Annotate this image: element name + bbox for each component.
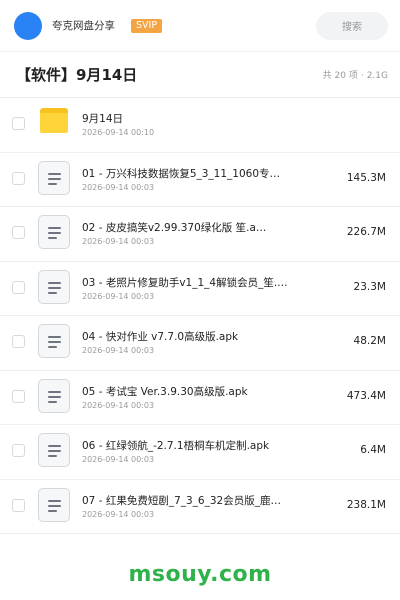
file-row[interactable]: 05 - 考试宝 Ver.3.9.30高级版.apk 2026-09-14 00… [0, 371, 400, 425]
document-icon [38, 215, 70, 249]
file-size: 6.4M [360, 444, 386, 456]
file-name: 05 - 考试宝 Ver.3.9.30高级版.apk [82, 385, 248, 398]
avatar[interactable] [14, 11, 42, 40]
file-date: 2026-09-14 00:03 [82, 455, 155, 464]
file-size: 473.4M [346, 389, 386, 402]
file-name: 9月14日 [82, 113, 124, 125]
file-size: 23.3M [353, 280, 386, 293]
brand-name: 夸克网盘分享 [52, 20, 115, 32]
folder-summary: 共 20 项 · 2.1G [322, 71, 388, 81]
folder-header: 【软件】9月14日 共 20 项 · 2.1G [0, 52, 400, 98]
select-checkbox[interactable] [12, 171, 25, 185]
file-row[interactable]: 03 - 老照片修复助手v1_1_4解锁会员_笙.… 2026-09-14 00… [0, 262, 400, 316]
file-size: 48.2M [353, 335, 386, 347]
file-size: 238.1M [346, 498, 386, 511]
select-checkbox[interactable] [12, 389, 25, 403]
select-checkbox[interactable] [12, 117, 25, 130]
file-name: 04 - 快对作业 v7.7.0高级版.apk [82, 331, 239, 343]
folder-icon [40, 108, 68, 133]
file-name: 02 - 皮皮搞笑v2.99.370绿化版 笙.a… [82, 222, 267, 234]
file-name: 03 - 老照片修复助手v1_1_4解锁会员_笙.… [82, 276, 288, 289]
file-date: 2026-09-14 00:03 [82, 346, 155, 355]
file-row[interactable]: 02 - 皮皮搞笑v2.99.370绿化版 笙.a… 2026-09-14 00… [0, 207, 400, 262]
file-date: 2026-09-14 00:10 [82, 128, 155, 137]
file-date: 2026-09-14 00:03 [82, 400, 155, 410]
file-size: 145.3M [346, 171, 386, 184]
document-icon [38, 378, 70, 413]
select-checkbox[interactable] [12, 444, 25, 457]
file-name: 06 - 红绿领航_-2.7.1梧桐车机定制.apk [82, 440, 270, 452]
file-date: 2026-09-14 00:03 [82, 291, 155, 301]
file-row-folder[interactable]: 9月14日 2026-09-14 00:10 [0, 98, 400, 153]
file-row[interactable]: 07 - 红果免费短剧_7_3_6_32会员版_鹿… 2026-09-14 00… [0, 480, 400, 534]
file-size: 226.7M [346, 226, 386, 238]
item-count: 共 20 项 [322, 71, 358, 81]
select-checkbox[interactable] [12, 226, 25, 239]
document-icon [38, 324, 70, 358]
file-row[interactable]: 04 - 快对作业 v7.7.0高级版.apk 2026-09-14 00:03… [0, 316, 400, 371]
watermark-text: msouy.com [128, 561, 272, 587]
total-size: 2.1G [366, 71, 388, 81]
document-icon [38, 433, 70, 467]
document-icon [38, 487, 70, 522]
file-name: 07 - 红果免费短剧_7_3_6_32会员版_鹿… [82, 494, 281, 507]
file-date: 2026-09-14 00:03 [82, 237, 155, 246]
select-checkbox[interactable] [12, 335, 25, 348]
svip-badge: SVIP [131, 18, 163, 33]
select-checkbox[interactable] [12, 280, 25, 294]
file-date: 2026-09-14 00:03 [82, 509, 155, 519]
search-label: 搜索 [342, 22, 362, 33]
file-list: 9月14日 2026-09-14 00:10 01 - 万兴科技数据恢复5_3_… [0, 98, 400, 534]
top-bar: 夸克网盘分享 SVIP 搜索 [0, 0, 400, 52]
file-name: 01 - 万兴科技数据恢复5_3_11_1060专… [82, 167, 281, 180]
file-date: 2026-09-14 00:03 [82, 182, 155, 192]
file-row[interactable]: 06 - 红绿领航_-2.7.1梧桐车机定制.apk 2026-09-14 00… [0, 425, 400, 480]
select-checkbox[interactable] [12, 498, 25, 512]
document-icon [38, 269, 70, 304]
watermark-banner: msouy.com [0, 548, 400, 600]
file-row[interactable]: 01 - 万兴科技数据恢复5_3_11_1060专… 2026-09-14 00… [0, 153, 400, 207]
search-button[interactable]: 搜索 [316, 11, 388, 40]
page-title: 【软件】9月14日 [16, 66, 138, 84]
document-icon [38, 160, 70, 195]
